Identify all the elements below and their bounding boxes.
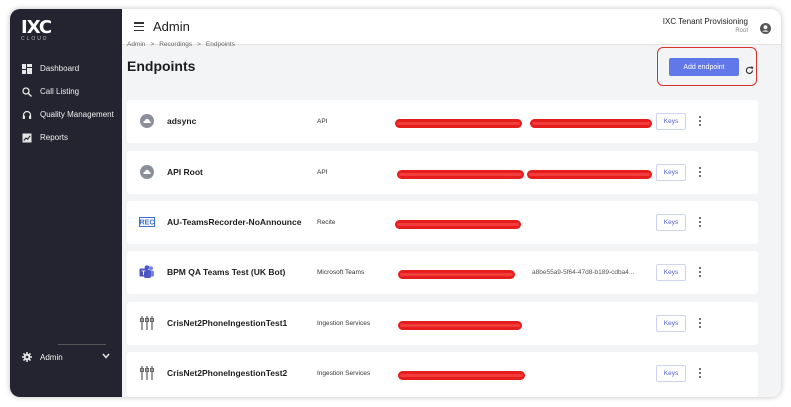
more-vertical-icon[interactable] — [697, 115, 703, 127]
top-header: Admin IXC Tenant Provisioning Root — [122, 9, 781, 45]
report-icon — [22, 133, 32, 143]
keys-button[interactable]: Keys — [656, 164, 686, 181]
breadcrumb-recordings[interactable]: Recordings — [159, 41, 192, 48]
rec-icon: REC — [139, 215, 155, 229]
endpoint-type: Ingestion Services — [317, 370, 371, 377]
redaction-mark — [527, 170, 652, 179]
sidebar-item-label: Call Listing — [40, 87, 80, 96]
endpoint-name: adsync — [167, 116, 197, 126]
keys-button[interactable]: Keys — [656, 365, 686, 382]
dashboard-icon — [22, 63, 32, 74]
sidebar-item-dashboard[interactable]: Dashboard — [10, 57, 122, 80]
cloud-icon — [139, 165, 155, 179]
add-endpoint-button[interactable]: Add endpoint — [669, 58, 739, 76]
sidebar-nav: Dashboard Call Listing Quality Managemen… — [10, 57, 122, 149]
endpoint-row[interactable]: T BPM QA Teams Test (UK Bot) Microsoft T… — [127, 251, 758, 294]
endpoint-type: Microsoft Teams — [317, 269, 365, 276]
sidebar: IXC CLOUD Dashboard Call Listing Quality… — [10, 9, 122, 397]
sidebar-item-label: Dashboard — [40, 64, 80, 73]
endpoint-type: API — [317, 118, 328, 125]
account-circle-icon[interactable] — [760, 21, 771, 34]
refresh-icon[interactable] — [745, 62, 754, 75]
keys-button[interactable]: Keys — [656, 264, 686, 281]
breadcrumb-separator: > — [150, 41, 155, 48]
redaction-mark — [395, 119, 522, 128]
endpoint-type: Recite — [317, 219, 336, 226]
endpoint-row[interactable]: CrisNet2PhoneIngestionTest1 Ingestion Se… — [127, 302, 758, 345]
endpoint-name: AU-TeamsRecorder-NoAnnounce — [167, 217, 302, 227]
logo-subtext: CLOUD — [21, 36, 49, 42]
redaction-mark — [530, 119, 652, 128]
redaction-mark — [398, 371, 525, 380]
sidebar-divider — [58, 344, 106, 345]
tenant-name: IXC Tenant Provisioning — [662, 17, 748, 26]
more-vertical-icon[interactable] — [697, 266, 703, 278]
endpoint-name: CrisNet2PhoneIngestionTest1 — [167, 318, 288, 328]
endpoint-type: API — [317, 169, 328, 176]
redaction-mark — [395, 220, 521, 229]
more-vertical-icon[interactable] — [697, 216, 703, 228]
gear-icon — [22, 352, 32, 362]
redaction-mark — [397, 170, 524, 179]
svg-text:T: T — [142, 270, 146, 277]
more-vertical-icon[interactable] — [697, 317, 703, 329]
chevron-down-icon — [102, 352, 110, 361]
tenant-info: IXC Tenant Provisioning Root — [663, 17, 748, 34]
sidebar-item-admin[interactable]: Admin — [10, 347, 122, 367]
endpoint-row[interactable]: CrisNet2PhoneIngestionTest2 Ingestion Se… — [127, 352, 758, 397]
sidebar-item-reports[interactable]: Reports — [10, 126, 122, 149]
keys-button[interactable]: Keys — [656, 113, 686, 130]
breadcrumb: Admin > Recordings > Endpoints — [127, 41, 235, 48]
hamburger-menu-icon[interactable] — [134, 22, 144, 32]
breadcrumb-endpoints: Endpoints — [205, 41, 235, 48]
page-title: Endpoints — [127, 58, 196, 74]
endpoint-name: API Root — [167, 167, 203, 177]
sidebar-item-quality-management[interactable]: Quality Management — [10, 103, 122, 126]
endpoint-row[interactable]: REC AU-TeamsRecorder-NoAnnounce Recite K… — [127, 201, 758, 244]
endpoint-type: Ingestion Services — [317, 320, 371, 327]
breadcrumb-separator: > — [197, 41, 201, 48]
tenant-role: Root — [735, 28, 748, 34]
sliders-icon — [139, 366, 155, 380]
endpoint-row[interactable]: adsync API Keys — [127, 100, 758, 143]
sidebar-item-label: Admin — [40, 352, 63, 362]
ixc-logo[interactable]: IXC CLOUD — [21, 17, 52, 43]
endpoint-id: a8be55a9-5f64-47d8-b189-cdba4... — [532, 269, 635, 276]
sidebar-item-label: Reports — [40, 133, 69, 142]
sidebar-item-call-listing[interactable]: Call Listing — [10, 80, 122, 103]
sidebar-item-label: Quality Management — [40, 110, 114, 119]
headset-icon — [22, 110, 32, 120]
endpoint-name: CrisNet2PhoneIngestionTest2 — [167, 368, 288, 378]
more-vertical-icon[interactable] — [697, 367, 703, 379]
redaction-mark — [398, 270, 515, 279]
more-vertical-icon[interactable] — [697, 166, 703, 178]
search-icon — [22, 86, 32, 97]
endpoint-row[interactable]: API Root API Keys — [127, 151, 758, 194]
redaction-mark — [398, 321, 522, 330]
teams-icon: T — [139, 265, 155, 279]
svg-text:REC: REC — [140, 220, 155, 227]
endpoint-name: BPM QA Teams Test (UK Bot) — [167, 267, 286, 277]
keys-button[interactable]: Keys — [656, 315, 686, 332]
header-title: Admin — [153, 19, 190, 34]
cloud-icon — [139, 114, 155, 128]
sliders-icon — [139, 316, 155, 330]
keys-button[interactable]: Keys — [656, 214, 686, 231]
logo-mark: IXC — [21, 17, 52, 38]
breadcrumb-admin[interactable]: Admin — [127, 41, 145, 48]
